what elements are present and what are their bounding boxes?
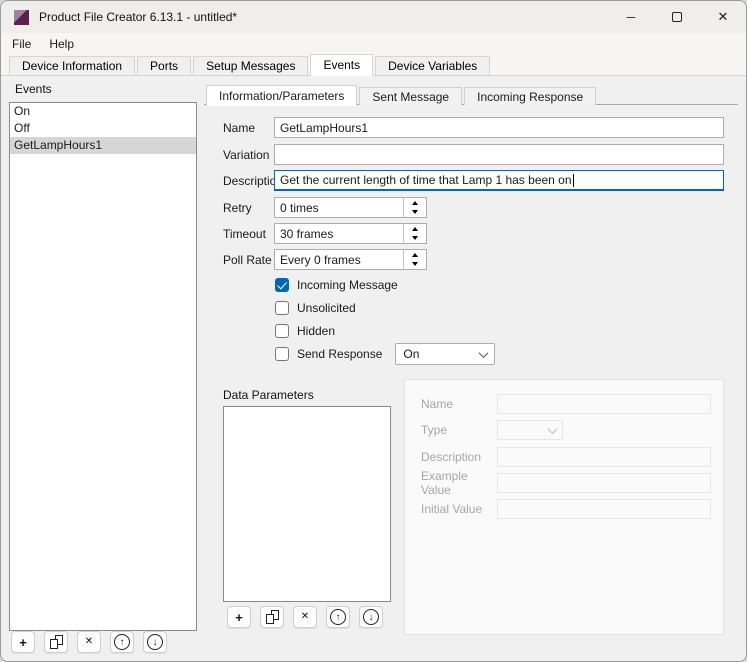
description-label: Description [223,174,274,188]
events-list-toolbar: + ✕ ↑ ↓ [11,631,167,653]
delete-event-button[interactable]: ✕ [77,631,101,653]
plus-icon: + [235,611,243,624]
spin-down-button[interactable] [404,234,426,244]
menu-bar: File Help [1,33,746,54]
list-item[interactable]: GetLampHours1 [10,137,196,154]
arrow-up-icon: ↑ [330,609,346,625]
send-response-label: Send Response [297,347,382,361]
spin-down-button[interactable] [404,208,426,218]
window-title: Product File Creator 6.13.1 - untitled* [39,10,237,24]
menu-help[interactable]: Help [40,33,83,54]
spin-up-button[interactable] [404,224,426,234]
timeout-stepper[interactable]: 30 frames [274,223,427,244]
delete-icon: ✕ [85,637,93,647]
move-parameter-up-button[interactable]: ↑ [326,606,350,628]
variation-input[interactable] [274,144,724,165]
add-event-button[interactable]: + [11,631,35,653]
minimize-button[interactable]: ─ [608,1,654,33]
duplicate-parameter-button[interactable] [260,606,284,628]
tab-incoming-response[interactable]: Incoming Response [464,87,596,105]
hidden-label: Hidden [297,324,335,338]
list-item[interactable]: On [10,103,196,120]
spin-up-button[interactable] [404,198,426,208]
duplicate-event-button[interactable] [44,631,68,653]
move-parameter-down-button[interactable]: ↓ [359,606,383,628]
poll-rate-stepper[interactable]: Every 0 frames [274,249,427,270]
param-initial-value-label: Initial Value [421,502,497,516]
list-item[interactable]: Off [10,120,196,137]
param-description-label: Description [421,450,497,464]
incoming-message-label: Incoming Message [297,278,398,292]
tab-device-information[interactable]: Device Information [9,56,135,75]
param-example-value-input [497,473,711,493]
parameter-details-panel: Name Type Description Example Value Init… [404,379,724,635]
arrow-down-icon: ↓ [147,634,163,650]
spin-up-icon [412,227,418,231]
detail-tab-bar: Information/Parameters Sent Message Inco… [206,85,598,105]
poll-rate-label: Poll Rate [223,253,274,267]
events-list-label: Events [15,82,52,96]
spin-up-icon [412,201,418,205]
text-caret [573,174,574,187]
spin-up-icon [412,253,418,257]
chevron-down-icon [548,424,558,434]
param-name-input [497,394,711,414]
arrow-up-icon: ↑ [114,634,130,650]
main-tab-bar: Device Information Ports Setup Messages … [1,54,746,76]
window-controls: ─ ✕ [608,1,746,33]
chevron-down-icon [479,348,489,358]
param-name-label: Name [421,397,497,411]
events-page: Events On Off GetLampHours1 + ✕ ↑ ↓ Info… [1,76,746,661]
title-bar: Product File Creator 6.13.1 - untitled* … [1,1,746,33]
send-response-dropdown[interactable]: On [395,343,495,365]
move-event-down-button[interactable]: ↓ [143,631,167,653]
spin-down-button[interactable] [404,260,426,270]
maximize-button[interactable] [654,1,700,33]
timeout-label: Timeout [223,227,274,241]
events-list[interactable]: On Off GetLampHours1 [9,102,197,631]
plus-icon: + [19,636,27,649]
tab-events[interactable]: Events [310,54,373,76]
app-icon [14,10,29,25]
tab-setup-messages[interactable]: Setup Messages [193,56,308,75]
description-input[interactable]: Get the current length of time that Lamp… [274,170,724,191]
unsolicited-label: Unsolicited [297,301,356,315]
data-parameters-list[interactable] [223,406,391,602]
data-parameters-toolbar: + ✕ ↑ ↓ [227,606,383,628]
spin-down-icon [412,262,418,266]
close-button[interactable]: ✕ [700,1,746,33]
duplicate-icon [266,610,279,624]
variation-label: Variation [223,148,274,162]
param-initial-value-input [497,499,711,519]
move-event-up-button[interactable]: ↑ [110,631,134,653]
send-response-checkbox[interactable] [275,347,289,361]
spin-up-button[interactable] [404,250,426,260]
maximize-icon [672,12,682,22]
param-example-value-label: Example Value [421,469,497,497]
unsolicited-checkbox[interactable] [275,301,289,315]
duplicate-icon [50,635,63,649]
spin-down-icon [412,210,418,214]
name-input[interactable]: GetLampHours1 [274,117,724,138]
data-parameters-label: Data Parameters [223,388,314,402]
param-type-label: Type [421,423,497,437]
incoming-message-checkbox[interactable] [275,278,289,292]
tab-information-parameters[interactable]: Information/Parameters [206,85,357,106]
tab-sent-message[interactable]: Sent Message [359,87,462,105]
tab-ports[interactable]: Ports [137,56,191,75]
param-type-dropdown [497,420,563,440]
delete-parameter-button[interactable]: ✕ [293,606,317,628]
hidden-checkbox[interactable] [275,324,289,338]
delete-icon: ✕ [301,612,309,622]
arrow-down-icon: ↓ [363,609,379,625]
menu-file[interactable]: File [3,33,40,54]
spin-down-icon [412,236,418,240]
add-parameter-button[interactable]: + [227,606,251,628]
app-window: Product File Creator 6.13.1 - untitled* … [0,0,747,662]
param-description-input [497,447,711,467]
tab-device-variables[interactable]: Device Variables [375,56,490,75]
retry-stepper[interactable]: 0 times [274,197,427,218]
name-label: Name [223,121,274,135]
retry-label: Retry [223,201,274,215]
